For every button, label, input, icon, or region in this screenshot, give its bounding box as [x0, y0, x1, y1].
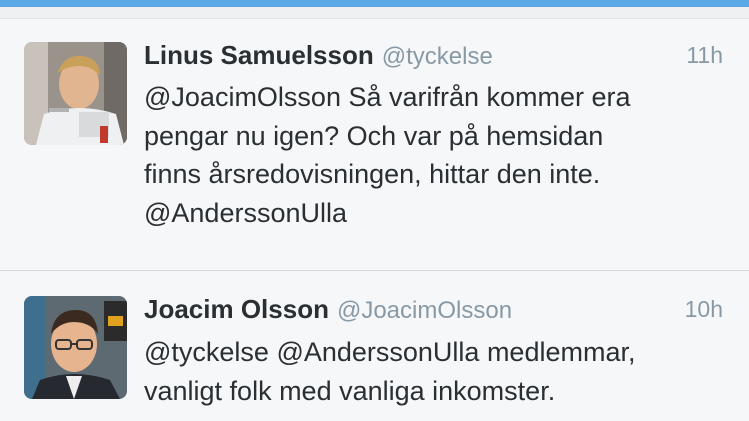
avatar[interactable]	[24, 42, 127, 145]
user-handle[interactable]: @JoacimOlsson	[337, 297, 512, 324]
tweet-text-line: pengar nu igen? Och var på hemsidan	[144, 120, 604, 151]
user-handle[interactable]: @tyckelse	[382, 43, 493, 70]
tweet-text-line: vanligt folk med vanliga inkomster.	[144, 375, 556, 406]
top-separator	[0, 7, 749, 19]
avatar-photo-joacim	[24, 296, 127, 399]
top-accent-bar	[0, 0, 749, 7]
tweet-text-line: finns årsredovisningen, hittar den inte.	[144, 159, 601, 189]
user-name[interactable]: Linus Samuelsson	[144, 40, 374, 70]
tweet-text-line: @tyckelse @AnderssonUlla medlemmar,	[144, 337, 636, 367]
tweet-text: @tyckelse @AnderssonUlla medlemmar, vanl…	[144, 333, 724, 410]
tweet-text: @JoacimOlsson Så varifrån kommer era pen…	[144, 78, 724, 232]
tweet-divider	[0, 270, 749, 271]
tweet-text-line: @AnderssonUlla	[144, 197, 348, 228]
tweet-item[interactable]: Joacim Olsson @JoacimOlsson 10h @tyckelse…	[0, 272, 749, 421]
timestamp: 11h	[686, 42, 723, 68]
tweet-header: Joacim Olsson @JoacimOlsson 10h	[144, 294, 723, 328]
avatar[interactable]	[24, 296, 127, 399]
tweet-item[interactable]: Linus Samuelsson @tyckelse 11h @JoacimOls…	[0, 20, 749, 270]
tweet-header: Linus Samuelsson @tyckelse 11h	[144, 40, 723, 74]
avatar-photo-linus	[24, 42, 127, 145]
tweet-text-line: @JoacimOlsson Så varifrån kommer era	[144, 82, 631, 112]
timestamp: 10h	[684, 296, 723, 322]
user-name[interactable]: Joacim Olsson	[144, 294, 329, 324]
